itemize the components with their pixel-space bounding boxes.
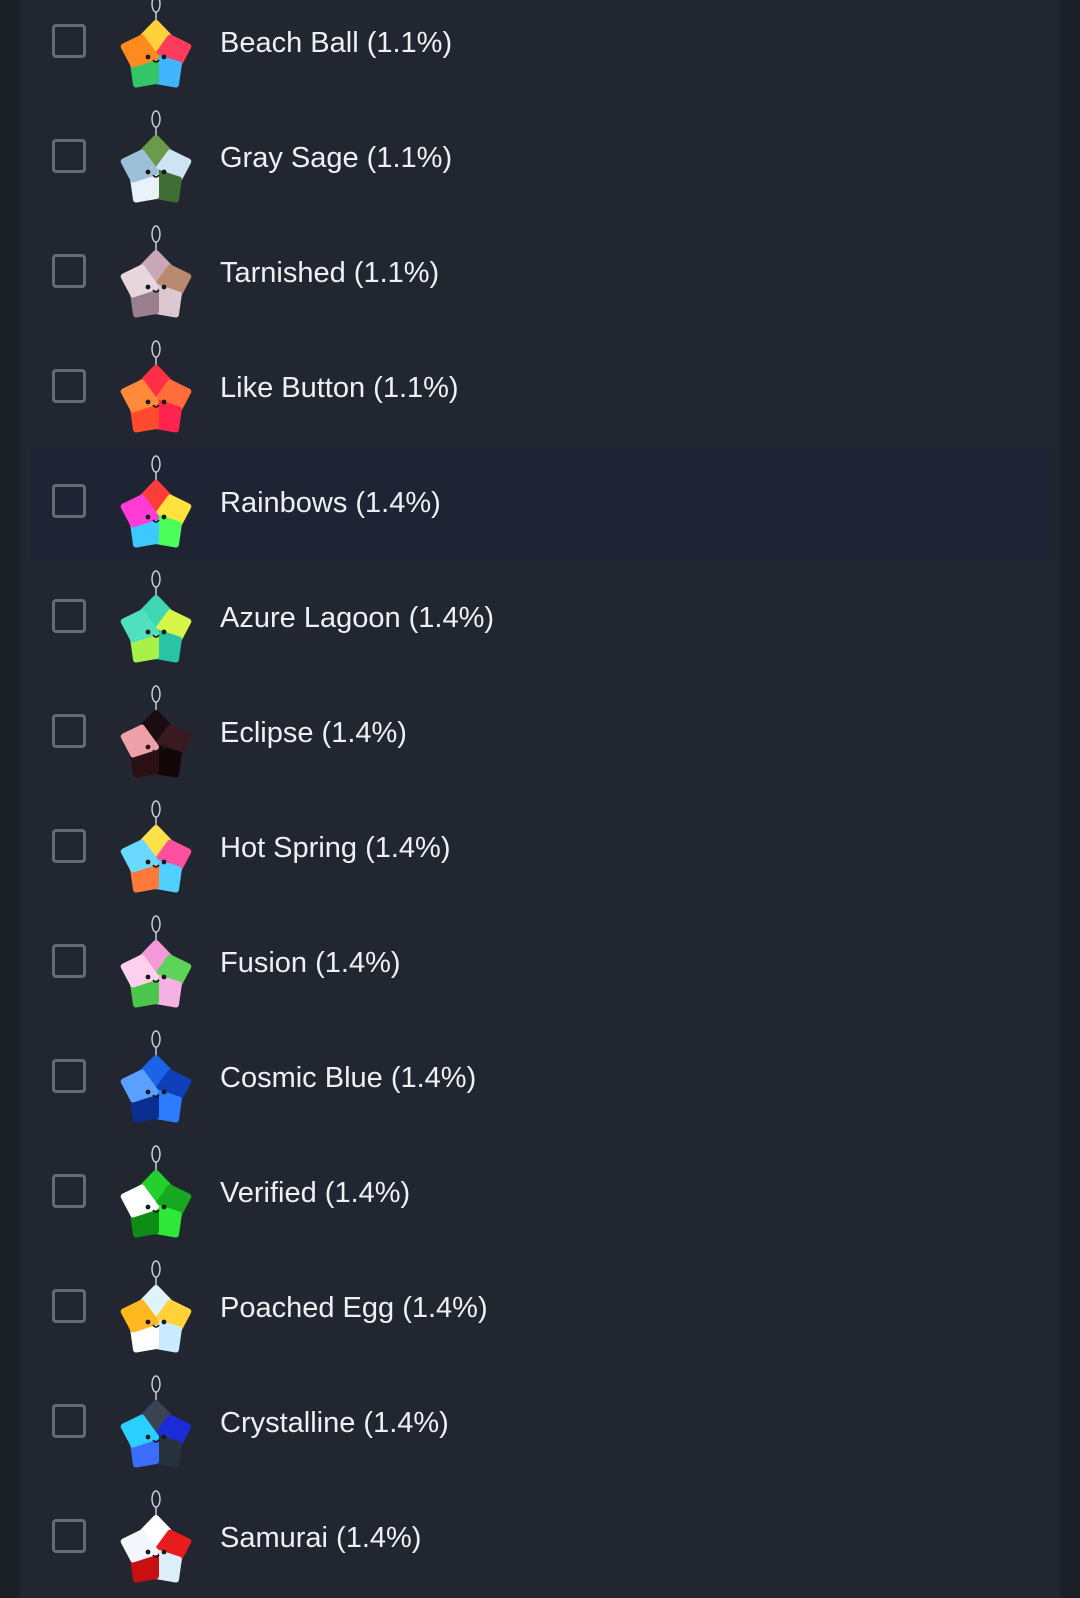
poached-egg-star-icon: [118, 1260, 194, 1358]
item-checkbox[interactable]: [52, 1519, 86, 1553]
list-item[interactable]: Rainbows (1.4%): [30, 447, 1052, 562]
fusion-star-icon: [118, 915, 194, 1013]
eclipse-star-icon: [118, 685, 194, 783]
list-item[interactable]: Beach Ball (1.1%): [30, 0, 1052, 102]
list-item[interactable]: Eclipse (1.4%): [30, 677, 1052, 792]
item-checkbox[interactable]: [52, 599, 86, 633]
item-label: Beach Ball (1.1%): [220, 27, 453, 59]
list-item[interactable]: Fusion (1.4%): [30, 907, 1052, 1022]
options-panel: Beach Ball (1.1%) Gray Sage (1.1%) Tarnish…: [20, 0, 1060, 1598]
cosmic-blue-star-icon: [118, 1030, 194, 1128]
item-label: Samurai (1.4%): [220, 1522, 422, 1554]
item-checkbox[interactable]: [52, 139, 86, 173]
item-checkbox[interactable]: [52, 944, 86, 978]
azure-lagoon-star-icon: [118, 570, 194, 668]
item-checklist: Beach Ball (1.1%) Gray Sage (1.1%) Tarnish…: [30, 0, 1052, 1597]
samurai-star-icon: [118, 1490, 194, 1588]
beach-ball-star-icon: [118, 0, 194, 93]
item-checkbox[interactable]: [52, 484, 86, 518]
item-label: Verified (1.4%): [220, 1177, 411, 1209]
list-item[interactable]: Azure Lagoon (1.4%): [30, 562, 1052, 677]
item-label: Hot Spring (1.4%): [220, 832, 451, 864]
item-checkbox[interactable]: [52, 1059, 86, 1093]
rainbows-star-icon: [118, 455, 194, 553]
item-checkbox[interactable]: [52, 24, 86, 58]
gray-sage-star-icon: [118, 110, 194, 208]
item-label: Like Button (1.1%): [220, 372, 459, 404]
list-item[interactable]: Crystalline (1.4%): [30, 1367, 1052, 1482]
item-label: Cosmic Blue (1.4%): [220, 1062, 477, 1094]
item-checkbox[interactable]: [52, 369, 86, 403]
list-item[interactable]: Cosmic Blue (1.4%): [30, 1022, 1052, 1137]
item-label: Fusion (1.4%): [220, 947, 401, 979]
list-item[interactable]: Like Button (1.1%): [30, 332, 1052, 447]
item-checkbox[interactable]: [52, 254, 86, 288]
list-item[interactable]: Hot Spring (1.4%): [30, 792, 1052, 907]
item-label: Poached Egg (1.4%): [220, 1292, 488, 1324]
list-item[interactable]: Poached Egg (1.4%): [30, 1252, 1052, 1367]
item-checkbox[interactable]: [52, 1289, 86, 1323]
item-checkbox[interactable]: [52, 1174, 86, 1208]
list-item[interactable]: Samurai (1.4%): [30, 1482, 1052, 1597]
like-button-star-icon: [118, 340, 194, 438]
item-label: Tarnished (1.1%): [220, 257, 440, 289]
tarnished-star-icon: [118, 225, 194, 323]
item-checkbox[interactable]: [52, 714, 86, 748]
list-item[interactable]: Gray Sage (1.1%): [30, 102, 1052, 217]
list-item[interactable]: Verified (1.4%): [30, 1137, 1052, 1252]
item-label: Crystalline (1.4%): [220, 1407, 449, 1439]
item-label: Rainbows (1.4%): [220, 487, 441, 519]
crystalline-star-icon: [118, 1375, 194, 1473]
item-checkbox[interactable]: [52, 829, 86, 863]
verified-star-icon: [118, 1145, 194, 1243]
item-label: Eclipse (1.4%): [220, 717, 407, 749]
item-label: Azure Lagoon (1.4%): [220, 602, 495, 634]
hot-spring-star-icon: [118, 800, 194, 898]
list-item[interactable]: Tarnished (1.1%): [30, 217, 1052, 332]
item-checkbox[interactable]: [52, 1404, 86, 1438]
item-label: Gray Sage (1.1%): [220, 142, 453, 174]
